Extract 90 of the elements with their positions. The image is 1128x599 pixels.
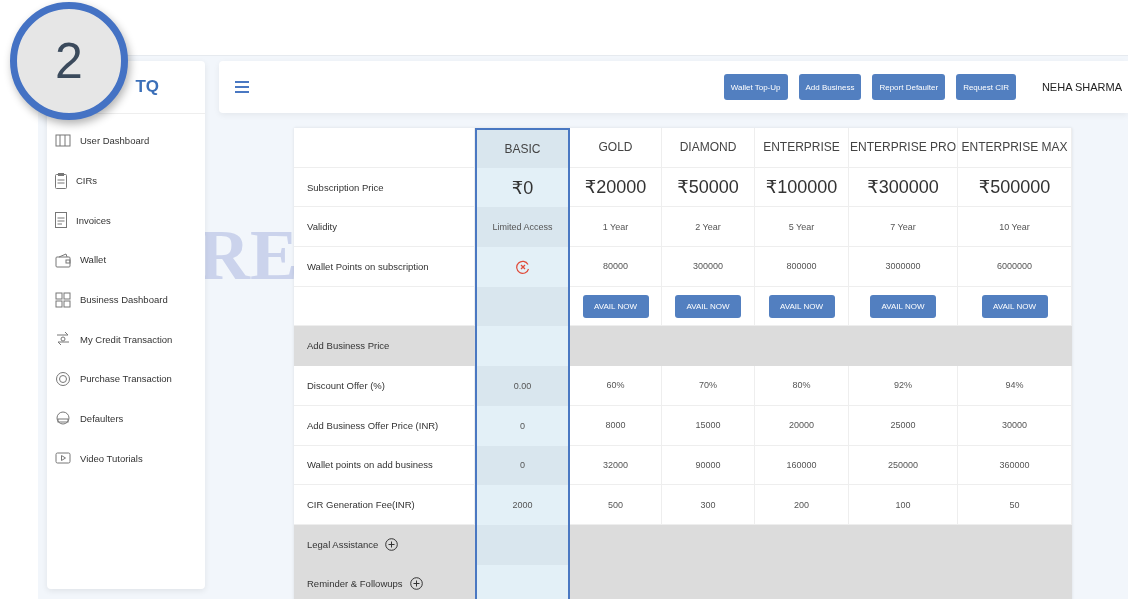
table-cell: 80% bbox=[755, 366, 849, 406]
sidebar-item[interactable]: Purchase Transaction bbox=[47, 359, 205, 399]
sidebar-item[interactable]: Business Dashboard bbox=[47, 279, 205, 320]
coin-icon bbox=[55, 370, 71, 387]
row-label: Reminder & Followups bbox=[307, 578, 403, 590]
expand-plus-icon[interactable] bbox=[385, 537, 399, 551]
table-cell: 360000 bbox=[958, 445, 1072, 486]
plan-price: ₹300000 bbox=[849, 167, 958, 208]
table-cell: 1 Year bbox=[570, 207, 662, 248]
sidebar-item[interactable]: User Dashboard bbox=[47, 121, 205, 161]
table-cell: 10 Year bbox=[958, 207, 1072, 248]
sidebar-item[interactable]: My Credit Transaction bbox=[47, 319, 205, 360]
user-name: NEHA SHARMA bbox=[1041, 81, 1122, 93]
table-cell: 200 bbox=[755, 485, 849, 525]
sidebar-item[interactable]: Defaulters bbox=[47, 398, 205, 439]
row-label: Discount Offer (%) bbox=[294, 366, 475, 406]
plan-price: ₹50000 bbox=[662, 167, 755, 208]
table-cell: 300000 bbox=[662, 247, 755, 287]
row-label: Legal Assistance bbox=[307, 538, 379, 550]
table-cell: 50 bbox=[958, 485, 1072, 525]
table-cell: 94% bbox=[958, 366, 1072, 406]
table-cell: 70% bbox=[662, 366, 755, 406]
plan-price: ₹20000 bbox=[570, 167, 662, 208]
row-label: Wallet Points on subscription bbox=[294, 247, 475, 287]
plan-name: DIAMOND bbox=[662, 128, 755, 168]
table-cell: 7 Year bbox=[849, 207, 958, 248]
plan-name: ENTERPRISE MAX bbox=[958, 128, 1072, 168]
table-cell: 80000 bbox=[570, 247, 662, 287]
avail-now-button[interactable]: AVAIL NOW bbox=[870, 294, 936, 318]
plan-price: ₹500000 bbox=[958, 167, 1072, 208]
table-cell: 160000 bbox=[755, 445, 849, 486]
sidebar-item[interactable]: Invoices bbox=[47, 200, 205, 241]
menu-icon[interactable] bbox=[234, 80, 250, 94]
header-button[interactable]: Add Business bbox=[798, 74, 862, 100]
table-cell: 2000 bbox=[475, 485, 570, 525]
table-cell: 6000000 bbox=[958, 247, 1072, 287]
plan-price: ₹100000 bbox=[755, 167, 849, 208]
row-label: CIR Generation Fee(INR) bbox=[294, 485, 475, 525]
table-cell: 90000 bbox=[662, 445, 755, 486]
table-cell: 0 bbox=[475, 445, 570, 486]
table-cell: 30000 bbox=[958, 405, 1072, 446]
unavailable-x-icon bbox=[515, 259, 530, 274]
table-cell: 60% bbox=[570, 366, 662, 406]
clipboard-icon bbox=[55, 172, 67, 189]
avail-now-button[interactable]: AVAIL NOW bbox=[582, 294, 649, 318]
wallet-icon bbox=[55, 251, 71, 268]
logo: TQ bbox=[135, 77, 159, 97]
avail-now-button[interactable]: AVAIL NOW bbox=[675, 294, 741, 318]
sidebar-item[interactable]: Video Tutorials bbox=[47, 438, 205, 479]
step-number-badge: 2 bbox=[10, 2, 128, 120]
section-row-label: Add Business Price bbox=[294, 326, 475, 367]
table-cell: 25000 bbox=[849, 405, 958, 446]
table-cell: 3000000 bbox=[849, 247, 958, 287]
table-cell: 250000 bbox=[849, 445, 958, 486]
row-label: Validity bbox=[294, 207, 475, 248]
video-play-icon bbox=[55, 450, 71, 467]
sidebar-item[interactable]: CIRs bbox=[47, 160, 205, 201]
avail-now-button[interactable]: AVAIL NOW bbox=[768, 294, 835, 318]
row-label: Add Business Offer Price (INR) bbox=[294, 405, 475, 446]
dashboard-icon bbox=[55, 134, 71, 148]
plan-name: GOLD bbox=[570, 128, 662, 168]
table-cell: 2 Year bbox=[662, 207, 755, 248]
table-cell: 500 bbox=[570, 485, 662, 525]
row-label: Wallet points on add business bbox=[294, 445, 475, 486]
expand-plus-icon[interactable] bbox=[409, 577, 423, 591]
header-button[interactable]: Wallet Top-Up bbox=[723, 74, 788, 100]
table-cell: 100 bbox=[849, 485, 958, 525]
plan-price: ₹0 bbox=[475, 167, 570, 208]
header-button[interactable]: Report Defaulter bbox=[872, 74, 946, 100]
document-icon bbox=[55, 212, 67, 229]
row-label: Subscription Price bbox=[294, 167, 475, 208]
table-cell: 300 bbox=[662, 485, 755, 525]
plan-name: ENTERPRISE bbox=[755, 128, 849, 168]
table-cell: Limited Access bbox=[475, 207, 570, 248]
table-cell: 0 bbox=[475, 405, 570, 446]
grid-icon bbox=[55, 291, 71, 308]
header-button[interactable]: Request CIR bbox=[956, 74, 1016, 100]
sidebar-item[interactable]: Wallet bbox=[47, 240, 205, 280]
table-cell: 92% bbox=[849, 366, 958, 406]
table-cell: 32000 bbox=[570, 445, 662, 486]
transfer-icon bbox=[55, 331, 71, 348]
avail-now-button[interactable]: AVAIL NOW bbox=[981, 294, 1048, 318]
table-cell: 20000 bbox=[755, 405, 849, 446]
plan-name: ENTERPRISE PRO bbox=[849, 128, 958, 168]
table-cell: 800000 bbox=[755, 247, 849, 287]
table-cell: 8000 bbox=[570, 405, 662, 446]
plan-name: BASIC bbox=[475, 128, 570, 168]
table-cell: 15000 bbox=[662, 405, 755, 446]
table-cell: 0.00 bbox=[475, 366, 570, 406]
table-cell: 5 Year bbox=[755, 207, 849, 248]
